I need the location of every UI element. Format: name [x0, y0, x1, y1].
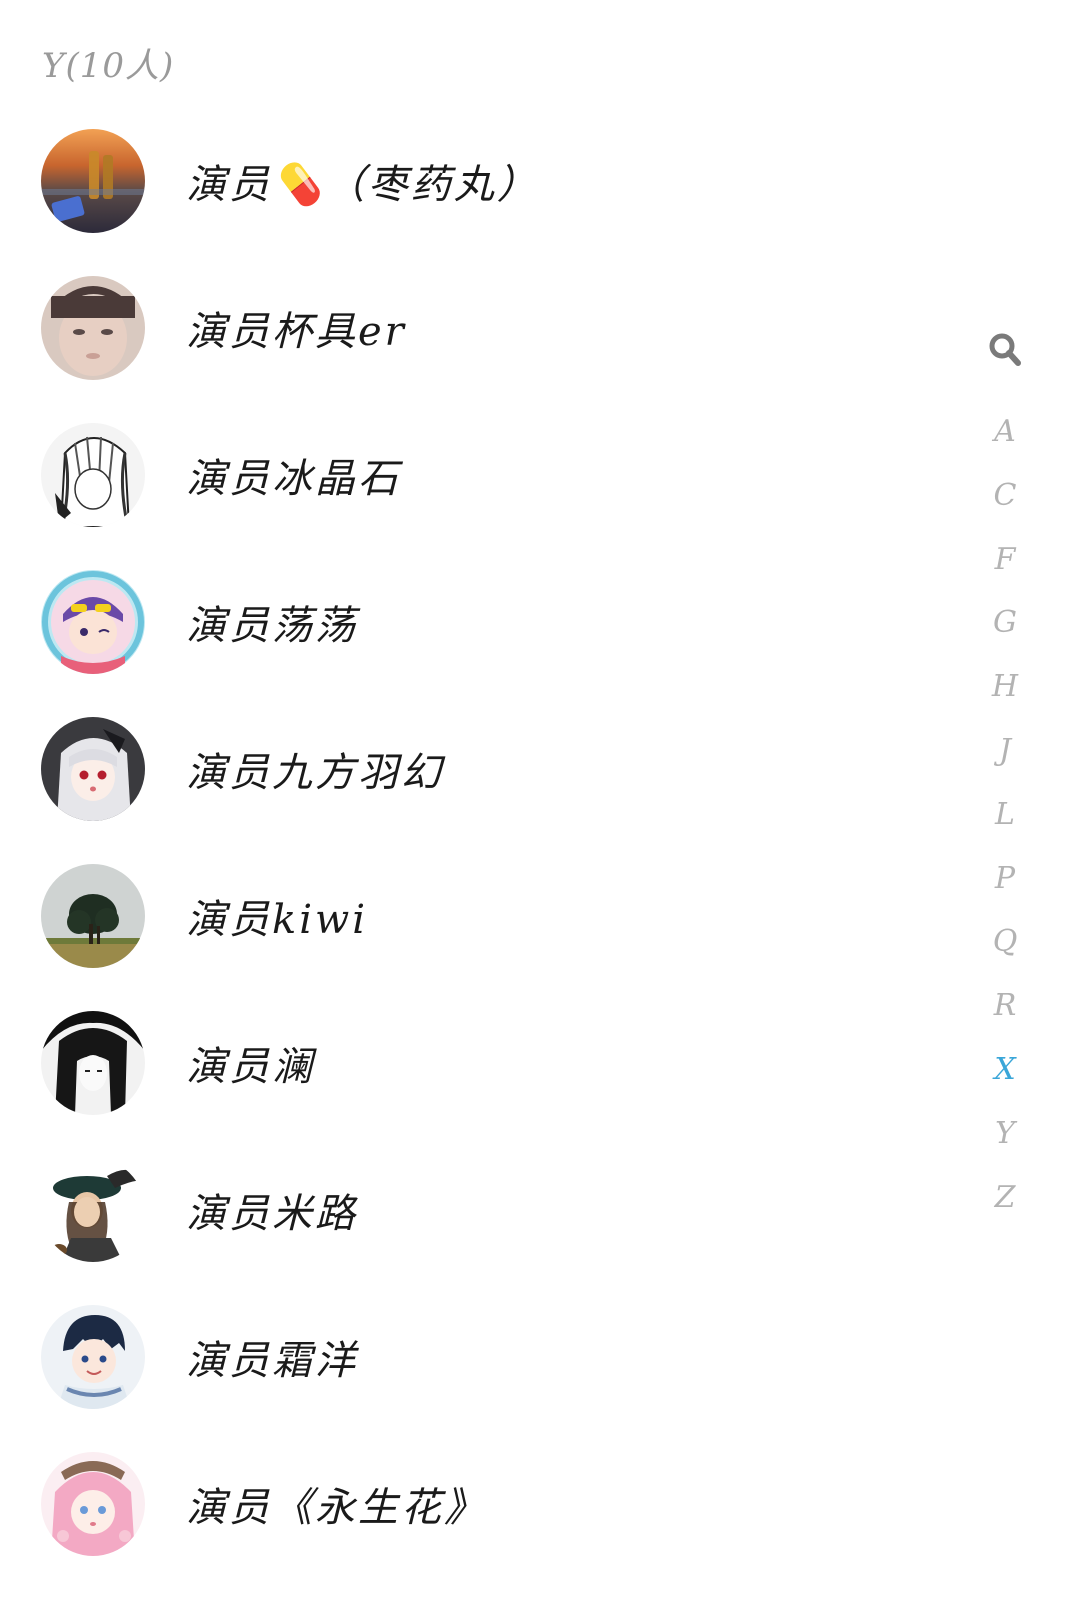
- index-letter-x[interactable]: X: [980, 1038, 1030, 1102]
- contact-name: 演员九方羽幻: [186, 750, 444, 796]
- contact-row[interactable]: 演员💊（枣药丸）: [0, 110, 960, 257]
- index-letter-p[interactable]: P: [980, 847, 1030, 911]
- index-letter-r[interactable]: R: [980, 974, 1030, 1038]
- child-face-avatar-icon: [41, 276, 145, 380]
- section-header: Y(10人): [42, 46, 175, 86]
- contact-name: 演员米路: [186, 1191, 358, 1237]
- chibi-sunglasses-avatar-icon: [41, 570, 145, 674]
- avatar[interactable]: [41, 717, 145, 821]
- search-icon[interactable]: [985, 330, 1025, 370]
- white-hair-girl-avatar-icon: [41, 717, 145, 821]
- contact-name: 演员荡荡: [186, 603, 358, 649]
- sunset-beer-avatar-icon: [41, 129, 145, 233]
- contact-name: 演员霜洋: [186, 1338, 358, 1384]
- contact-name: 演员冰晶石: [186, 456, 401, 502]
- contact-row[interactable]: 演员荡荡: [0, 551, 960, 698]
- dark-hair-sketch-avatar-icon: [41, 1011, 145, 1115]
- avatar[interactable]: [41, 1452, 145, 1556]
- avatar[interactable]: [41, 1011, 145, 1115]
- contact-row[interactable]: 演员冰晶石: [0, 404, 960, 551]
- contacts-page: Y(10人) 演员💊（枣药丸） 演员杯具er 演员冰晶石 演员荡荡 演员九方羽幻…: [0, 0, 1079, 1620]
- index-letter-c[interactable]: C: [980, 464, 1030, 528]
- index-letter-j[interactable]: J: [980, 719, 1030, 783]
- feather-hat-portrait-avatar-icon: [41, 1158, 145, 1262]
- contact-row[interactable]: 演员澜: [0, 992, 960, 1139]
- index-letter-a[interactable]: A: [980, 400, 1030, 464]
- index-letter-g[interactable]: G: [980, 591, 1030, 655]
- contact-name: 演员澜: [186, 1044, 315, 1090]
- index-letter-y[interactable]: Y: [980, 1102, 1030, 1166]
- avatar[interactable]: [41, 129, 145, 233]
- contact-row[interactable]: 演员《永生花》: [0, 1433, 960, 1580]
- contact-name: 演员杯具er: [186, 309, 407, 355]
- contact-row[interactable]: 演员九方羽幻: [0, 698, 960, 845]
- tree-landscape-avatar-icon: [41, 864, 145, 968]
- manga-girl-avatar-icon: [41, 423, 145, 527]
- alphabet-index-bar[interactable]: A C F G H J L P Q R X Y Z: [980, 330, 1030, 1229]
- contact-row[interactable]: 演员霜洋: [0, 1286, 960, 1433]
- contact-name: 演员《永生花》: [186, 1485, 487, 1531]
- index-letter-q[interactable]: Q: [980, 910, 1030, 974]
- avatar[interactable]: [41, 423, 145, 527]
- avatar[interactable]: [41, 864, 145, 968]
- index-letter-l[interactable]: L: [980, 783, 1030, 847]
- avatar[interactable]: [41, 1158, 145, 1262]
- contact-row[interactable]: 演员kiwi: [0, 845, 960, 992]
- avatar[interactable]: [41, 276, 145, 380]
- contact-list: 演员💊（枣药丸） 演员杯具er 演员冰晶石 演员荡荡 演员九方羽幻 演员kiwi…: [0, 110, 960, 1580]
- anime-boy-avatar-icon: [41, 1305, 145, 1409]
- index-letter-h[interactable]: H: [980, 655, 1030, 719]
- index-letter-f[interactable]: F: [980, 528, 1030, 592]
- avatar[interactable]: [41, 1305, 145, 1409]
- index-letter-z[interactable]: Z: [980, 1166, 1030, 1230]
- avatar[interactable]: [41, 570, 145, 674]
- pink-hair-girl-avatar-icon: [41, 1452, 145, 1556]
- contact-row[interactable]: 演员米路: [0, 1139, 960, 1286]
- contact-row[interactable]: 演员杯具er: [0, 257, 960, 404]
- contact-name: 演员💊（枣药丸）: [186, 162, 540, 208]
- contact-name: 演员kiwi: [186, 897, 369, 943]
